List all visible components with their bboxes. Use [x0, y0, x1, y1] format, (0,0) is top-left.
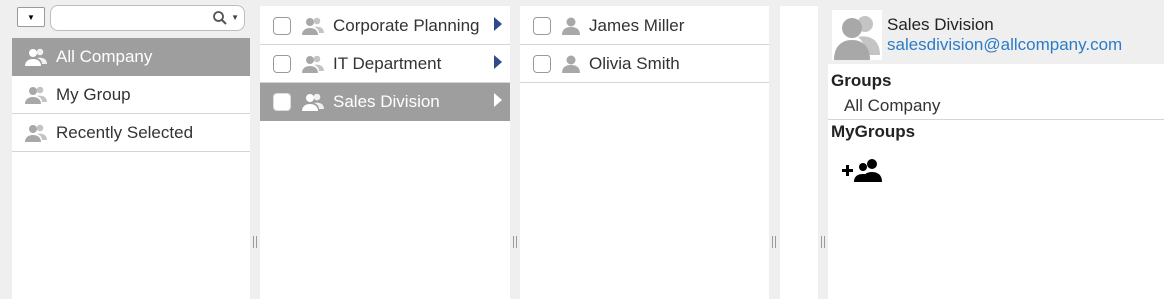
nav-item-my-group[interactable]: My Group — [12, 76, 250, 114]
department-label: Sales Division — [333, 91, 440, 111]
nav-item-label: My Group — [56, 84, 131, 104]
detail-name: Sales Division — [887, 15, 994, 34]
search-icon[interactable] — [212, 10, 228, 26]
nav-item-recently-selected[interactable]: Recently Selected — [12, 114, 250, 152]
person-icon — [561, 16, 581, 36]
nav-item-label: All Company — [56, 46, 153, 66]
member-label: Olivia Smith — [589, 53, 680, 73]
department-label: Corporate Planning — [333, 15, 480, 35]
group-item: All Company — [844, 96, 941, 115]
empty-pane — [780, 6, 818, 299]
member-pane: James Miller Olivia Smith — [520, 6, 769, 299]
left-nav-list: All Company My Group Recently Selected — [12, 38, 250, 152]
department-list: Corporate Planning IT Department Sales D… — [260, 7, 510, 121]
splitter-handle[interactable] — [252, 236, 258, 250]
group-icon — [301, 92, 325, 112]
expand-arrow-icon[interactable] — [494, 55, 502, 69]
splitter-handle[interactable] — [512, 236, 518, 250]
expand-arrow-icon[interactable] — [494, 93, 502, 107]
group-icon — [834, 16, 880, 60]
group-avatar — [832, 10, 882, 60]
group-icon — [24, 85, 48, 105]
member-list: James Miller Olivia Smith — [520, 7, 769, 83]
splitter-handle[interactable] — [771, 236, 777, 250]
department-item-corporate-planning[interactable]: Corporate Planning — [260, 7, 510, 45]
add-group-button[interactable] — [842, 157, 884, 185]
member-checkbox[interactable] — [533, 16, 551, 35]
department-checkbox[interactable] — [273, 16, 291, 35]
divider — [828, 119, 1164, 120]
caret-down-icon: ▼ — [27, 12, 35, 22]
member-checkbox[interactable] — [533, 54, 551, 73]
nav-item-all-company[interactable]: All Company — [12, 38, 250, 76]
group-icon — [301, 16, 325, 36]
groups-title: Groups — [831, 71, 892, 90]
member-label: James Miller — [589, 15, 685, 35]
group-icon — [24, 47, 48, 67]
member-item-james-miller[interactable]: James Miller — [520, 7, 769, 45]
detail-email-link[interactable]: salesdivision@allcompany.com — [887, 35, 1122, 55]
filter-dropdown-button[interactable]: ▼ — [17, 7, 45, 27]
group-icon — [24, 123, 48, 143]
department-checkbox[interactable] — [273, 54, 291, 73]
search-field[interactable]: ▼ — [50, 5, 245, 31]
department-label: IT Department — [333, 53, 442, 73]
add-group-icon — [842, 159, 882, 182]
person-icon — [561, 54, 581, 74]
department-checkbox[interactable] — [273, 92, 291, 111]
department-item-it-department[interactable]: IT Department — [260, 45, 510, 83]
mygroups-title: MyGroups — [831, 122, 916, 141]
search-input[interactable] — [59, 9, 213, 29]
department-item-sales-division[interactable]: Sales Division — [260, 83, 510, 121]
detail-header: Sales Division salesdivision@allcompany.… — [828, 6, 1164, 64]
detail-pane: Sales Division salesdivision@allcompany.… — [828, 6, 1164, 299]
member-item-olivia-smith[interactable]: Olivia Smith — [520, 45, 769, 83]
expand-arrow-icon[interactable] — [494, 17, 502, 31]
search-bar: ▼ ▼ — [12, 0, 250, 38]
department-pane: Corporate Planning IT Department Sales D… — [260, 6, 510, 299]
nav-item-label: Recently Selected — [56, 122, 194, 142]
splitter-handle[interactable] — [820, 236, 826, 250]
left-nav-pane: ▼ ▼ All Company My Group Recently Select… — [12, 0, 250, 299]
group-icon — [301, 54, 325, 74]
search-options-caret-icon[interactable]: ▼ — [231, 13, 239, 22]
